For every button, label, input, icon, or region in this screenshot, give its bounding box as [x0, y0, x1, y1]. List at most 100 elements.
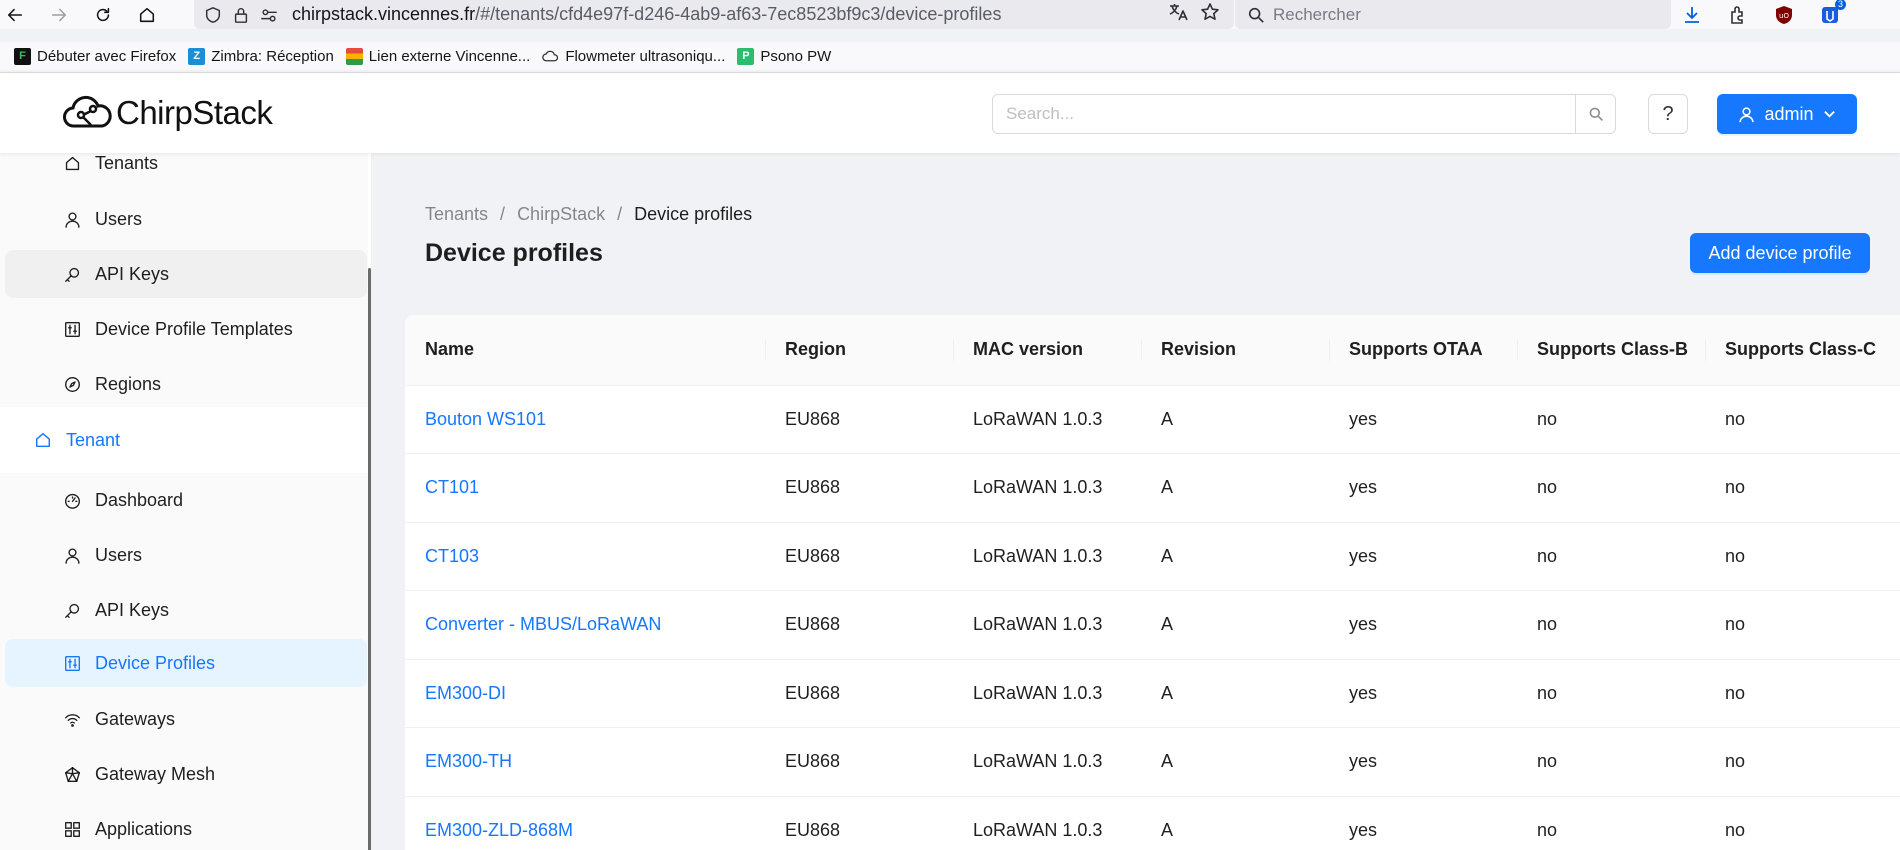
chevron-down-icon: [1823, 104, 1836, 125]
cell-revision: A: [1141, 522, 1329, 591]
device-profile-link[interactable]: EM300-ZLD-868M: [425, 820, 573, 840]
breadcrumb-separator: /: [617, 204, 623, 224]
url-text[interactable]: chirpstack.vincennes.fr/#/tenants/cfd4e9…: [292, 4, 1168, 25]
table-row[interactable]: Converter - MBUS/LoRaWAN EU868 LoRaWAN 1…: [405, 590, 1900, 660]
cell-revision: A: [1141, 453, 1329, 523]
sidebar-item-device-profiles[interactable]: Device Profiles: [5, 639, 367, 687]
browser-search-bar[interactable]: [1235, 0, 1671, 29]
mesh-icon: [63, 765, 81, 783]
bookmark-item[interactable]: P Psono PW: [737, 47, 831, 65]
cell-supports-class-c: no: [1705, 590, 1900, 660]
column-header-name: Name: [405, 315, 765, 386]
cell-name[interactable]: CT103: [405, 522, 765, 591]
sidebar-item-api-keys[interactable]: API Keys: [5, 250, 367, 298]
table-row[interactable]: EM300-TH EU868 LoRaWAN 1.0.3 A yes no no: [405, 727, 1900, 797]
cell-supports-otaa: yes: [1329, 796, 1517, 850]
sidebar-item-label: Dashboard: [95, 489, 184, 510]
sidebar-item-users[interactable]: Users: [5, 531, 367, 579]
table-row[interactable]: CT101 EU868 LoRaWAN 1.0.3 A yes no no: [405, 453, 1900, 523]
device-profile-link[interactable]: CT101: [425, 477, 479, 497]
table-row[interactable]: EM300-ZLD-868M EU868 LoRaWAN 1.0.3 A yes…: [405, 796, 1900, 850]
table-header-row: Name Region MAC version Revision Support…: [405, 315, 1900, 386]
firefox-bookmark-icon: F: [14, 47, 31, 65]
permissions-icon[interactable]: [260, 6, 278, 24]
sidebar-item-label: Applications: [95, 818, 193, 839]
bookmark-item[interactable]: Flowmeter ultrasoniqu...: [542, 48, 725, 65]
search-button[interactable]: [1575, 95, 1615, 133]
sliders-icon: [63, 320, 81, 338]
bookmark-item[interactable]: Z Zimbra: Réception: [188, 47, 334, 65]
sidebar-item-regions[interactable]: Regions: [5, 360, 367, 408]
sidebar-item-label: Tenants: [95, 153, 159, 173]
cell-name[interactable]: CT101: [405, 453, 765, 523]
sidebar-item-dashboard[interactable]: Dashboard: [5, 476, 367, 524]
sidebar-scrollbar[interactable]: [368, 268, 371, 850]
device-profile-link[interactable]: Bouton WS101: [425, 409, 546, 429]
download-icon[interactable]: [1680, 3, 1704, 27]
cell-name[interactable]: Bouton WS101: [405, 385, 765, 454]
cell-revision: A: [1141, 796, 1329, 850]
bookmark-item[interactable]: F Débuter avec Firefox: [14, 47, 176, 65]
cell-mac-version: LoRaWAN 1.0.3: [953, 796, 1141, 850]
cell-supports-class-c: no: [1705, 796, 1900, 850]
shield-icon[interactable]: [204, 6, 222, 24]
search-input[interactable]: [993, 95, 1575, 133]
device-profile-link[interactable]: EM300-TH: [425, 751, 512, 771]
lock-icon[interactable]: [232, 6, 250, 24]
sidebar-item-tenants[interactable]: Tenants: [5, 153, 367, 187]
cell-region: EU868: [765, 796, 953, 850]
reload-icon[interactable]: [88, 0, 118, 29]
cell-name[interactable]: EM300-DI: [405, 659, 765, 728]
sidebar-item-label: Gateways: [95, 708, 176, 729]
browser-search-input[interactable]: [1273, 4, 1653, 25]
device-profile-link[interactable]: CT103: [425, 546, 479, 566]
sidebar-item-gateway-mesh[interactable]: Gateway Mesh: [5, 750, 367, 798]
cell-name[interactable]: EM300-ZLD-868M: [405, 796, 765, 850]
bitwarden-icon[interactable]: 3: [1818, 0, 1846, 27]
table-row[interactable]: Bouton WS101 EU868 LoRaWAN 1.0.3 A yes n…: [405, 385, 1900, 454]
help-button[interactable]: ?: [1648, 94, 1688, 134]
sidebar-item-device-profile-templates[interactable]: Device Profile Templates: [5, 305, 367, 353]
table-row[interactable]: EM300-DI EU868 LoRaWAN 1.0.3 A yes no no: [405, 659, 1900, 728]
bookmark-item[interactable]: Lien externe Vincenne...: [345, 47, 531, 65]
search-icon: [1589, 107, 1603, 121]
sidebar-item-users[interactable]: Users: [5, 195, 367, 243]
column-header-supports-otaa: Supports OTAA: [1329, 315, 1517, 386]
url-bar[interactable]: chirpstack.vincennes.fr/#/tenants/cfd4e9…: [194, 0, 1234, 29]
home-icon[interactable]: [132, 0, 162, 29]
cell-name[interactable]: Converter - MBUS/LoRaWAN: [405, 590, 765, 660]
breadcrumb-tenants[interactable]: Tenants: [425, 204, 488, 225]
device-profile-link[interactable]: EM300-DI: [425, 683, 506, 703]
forward-icon[interactable]: [44, 0, 74, 29]
bookmark-star-icon[interactable]: [1200, 2, 1220, 27]
bookmark-label: Lien externe Vincenne...: [368, 47, 531, 65]
cell-mac-version: LoRaWAN 1.0.3: [953, 453, 1141, 523]
extensions-icon[interactable]: [1726, 3, 1750, 27]
logo-text: ChirpStack: [116, 94, 273, 131]
cell-revision: A: [1141, 590, 1329, 660]
cell-supports-class-c: no: [1705, 453, 1900, 523]
cell-name[interactable]: EM300-TH: [405, 727, 765, 797]
cell-revision: A: [1141, 659, 1329, 728]
translate-icon[interactable]: [1168, 2, 1188, 27]
back-icon[interactable]: [0, 0, 30, 29]
add-device-profile-button[interactable]: Add device profile: [1690, 233, 1870, 273]
chirpstack-logo[interactable]: ChirpStack: [62, 93, 273, 133]
column-header-revision: Revision: [1141, 315, 1329, 386]
cell-mac-version: LoRaWAN 1.0.3: [953, 727, 1141, 797]
sidebar-item-applications[interactable]: Applications: [5, 805, 367, 850]
global-search[interactable]: [992, 94, 1616, 134]
sidebar-group-tenant[interactable]: Tenant: [0, 411, 368, 469]
user-menu-button[interactable]: admin: [1717, 94, 1857, 134]
table-row[interactable]: CT103 EU868 LoRaWAN 1.0.3 A yes no no: [405, 522, 1900, 591]
cell-supports-class-b: no: [1517, 590, 1705, 660]
device-profile-link[interactable]: Converter - MBUS/LoRaWAN: [425, 614, 661, 634]
ublock-icon[interactable]: uO: [1772, 3, 1796, 27]
cell-supports-class-c: no: [1705, 522, 1900, 591]
cell-supports-class-c: no: [1705, 659, 1900, 728]
sidebar-item-gateways[interactable]: Gateways: [5, 695, 367, 743]
sidebar-item-api-keys[interactable]: API Keys: [5, 586, 367, 634]
breadcrumb-chirpstack[interactable]: ChirpStack: [517, 204, 605, 225]
appstore-icon: [63, 820, 81, 838]
cell-region: EU868: [765, 453, 953, 523]
